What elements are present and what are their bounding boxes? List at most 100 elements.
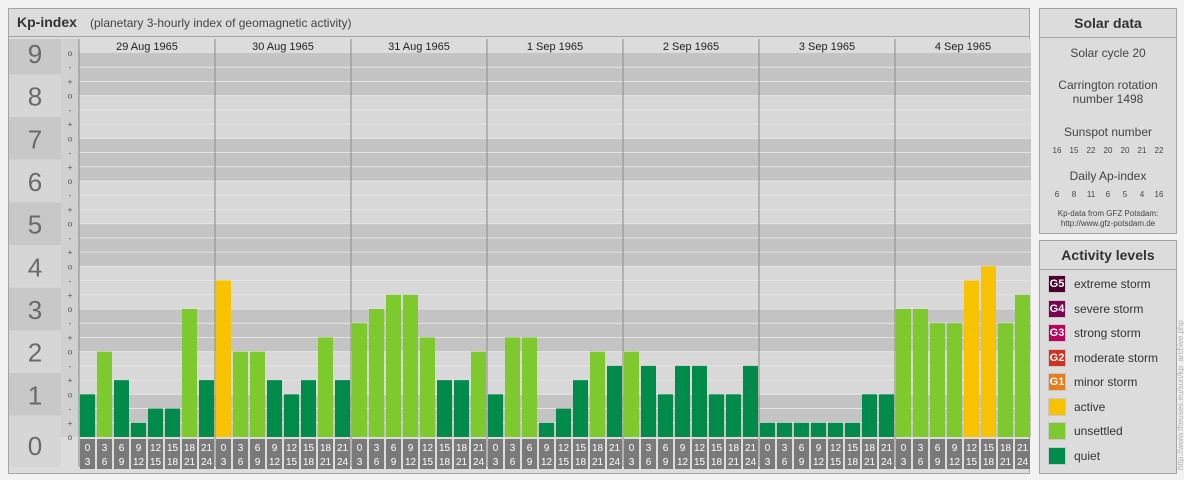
kp-bar (981, 266, 996, 437)
interval-end-label: 9 (119, 457, 125, 468)
sunspot-value: 15 (1069, 146, 1079, 155)
activity-levels-panel: Activity levels G5 extreme storm G4 severe … (1039, 240, 1177, 474)
kp-bar (437, 380, 452, 437)
legend-label: strong storm (1074, 326, 1141, 340)
y-tick-label: 7 (28, 124, 42, 154)
interval-start-label: 21 (337, 443, 349, 454)
y-tick-label: 3 (28, 295, 42, 325)
interval-end-label: 21 (728, 457, 740, 468)
interval-end-label: 15 (150, 457, 162, 468)
kp-bar (777, 422, 792, 437)
day-label: 1 Sep 1965 (527, 41, 583, 53)
interval-start-label: 9 (136, 443, 142, 454)
interval-start-label: 15 (575, 443, 587, 454)
interval-end-label: 21 (456, 457, 468, 468)
kp-bar (131, 422, 146, 437)
legend-swatch: G2 (1048, 348, 1066, 367)
interval-end-label: 3 (493, 457, 499, 468)
interval-end-label: 15 (558, 457, 570, 468)
interval-end-label: 12 (133, 457, 145, 468)
legend-item: G1 minor storm (1048, 373, 1137, 391)
credit-link[interactable]: http://www.gfz-potsdam.de (1040, 219, 1176, 229)
kp-bar (352, 323, 367, 437)
interval-end-label: 6 (510, 457, 516, 468)
kp-bar (709, 394, 724, 437)
minor-tick-label: o (68, 348, 73, 357)
ap-value: 4 (1139, 190, 1145, 199)
kp-bar (165, 408, 180, 437)
ap-title: Daily Ap-index (1069, 169, 1147, 183)
kp-bar (607, 365, 622, 437)
minor-tick-label: + (68, 163, 73, 172)
minor-tick-label: + (68, 120, 73, 129)
interval-start-label: 9 (544, 443, 550, 454)
carrington-line1: Carrington rotation (1058, 78, 1158, 92)
plot-band (79, 95, 1031, 139)
kp-bar (369, 309, 384, 437)
kp-bar (930, 323, 945, 437)
interval-end-label: 6 (918, 457, 924, 468)
minor-tick-label: + (68, 205, 73, 214)
kp-bar (573, 380, 588, 437)
interval-start-label: 0 (357, 443, 363, 454)
kp-bar (403, 294, 418, 437)
interval-end-label: 21 (592, 457, 604, 468)
interval-start-label: 0 (493, 443, 499, 454)
day-label: 2 Sep 1965 (663, 41, 719, 53)
interval-end-label: 21 (1000, 457, 1012, 468)
interval-end-label: 24 (609, 457, 621, 468)
legend-item: G2 moderate storm (1048, 348, 1158, 367)
kp-bar (641, 365, 656, 437)
ap-value: 11 (1086, 190, 1096, 199)
solar-data-panel: Solar data Solar cycle 20 Carrington rot… (1039, 8, 1177, 234)
interval-start-label: 3 (918, 443, 924, 454)
minor-tick-label: - (69, 405, 72, 414)
minor-tick-label: o (68, 220, 73, 229)
kp-bar (216, 280, 231, 437)
minor-tick-label: + (68, 376, 73, 385)
interval-start-label: 21 (473, 443, 485, 454)
kp-bar (998, 323, 1013, 437)
interval-end-label: 21 (320, 457, 332, 468)
kp-chart-panel: 29 Aug 1965 30 Aug 1965 31 Aug 1965 1 Sep 1… (8, 8, 1031, 474)
legend-label: active (1074, 399, 1106, 414)
interval-start-label: 12 (558, 443, 570, 454)
interval-start-label: 9 (816, 443, 822, 454)
credit-line1: Kp-data from GFZ Potsdam: (1057, 209, 1159, 218)
interval-end-label: 15 (422, 457, 434, 468)
kp-bar (301, 380, 316, 437)
minor-tick-label: + (68, 248, 73, 257)
y-tick-label: 6 (28, 167, 42, 197)
interval-start-label: 18 (184, 443, 196, 454)
kp-bar (182, 309, 197, 437)
interval-end-label: 9 (391, 457, 397, 468)
interval-start-label: 0 (221, 443, 227, 454)
interval-end-label: 12 (949, 457, 961, 468)
interval-start-label: 0 (85, 443, 91, 454)
legend-swatch: G4 (1048, 299, 1066, 318)
kp-bar (335, 380, 350, 437)
minor-tick-label: o (68, 305, 73, 314)
minor-tick-label: - (69, 191, 72, 200)
carrington-line2: number 1498 (1072, 92, 1144, 106)
interval-end-label: 15 (830, 457, 842, 468)
chart-subtitle: (planetary 3-hourly index of geomagnetic… (90, 16, 352, 30)
kp-bar (233, 351, 248, 437)
interval-end-label: 6 (102, 457, 108, 468)
interval-start-label: 3 (374, 443, 380, 454)
interval-start-label: 9 (952, 443, 958, 454)
interval-start-label: 3 (238, 443, 244, 454)
plot-band (79, 223, 1031, 267)
legend-label: extreme storm (1074, 277, 1151, 291)
interval-end-label: 15 (966, 457, 978, 468)
interval-start-label: 18 (592, 443, 604, 454)
legend-swatch: G1 (1048, 373, 1066, 391)
interval-start-label: 6 (255, 443, 261, 454)
interval-end-label: 18 (575, 457, 587, 468)
interval-end-label: 9 (663, 457, 669, 468)
solar-cycle: Solar cycle 20 (1070, 46, 1146, 60)
minor-tick-label: + (68, 77, 73, 86)
plot-band (79, 181, 1031, 224)
legend-item: G5 extreme storm (1048, 275, 1151, 293)
interval-end-label: 3 (357, 457, 363, 468)
